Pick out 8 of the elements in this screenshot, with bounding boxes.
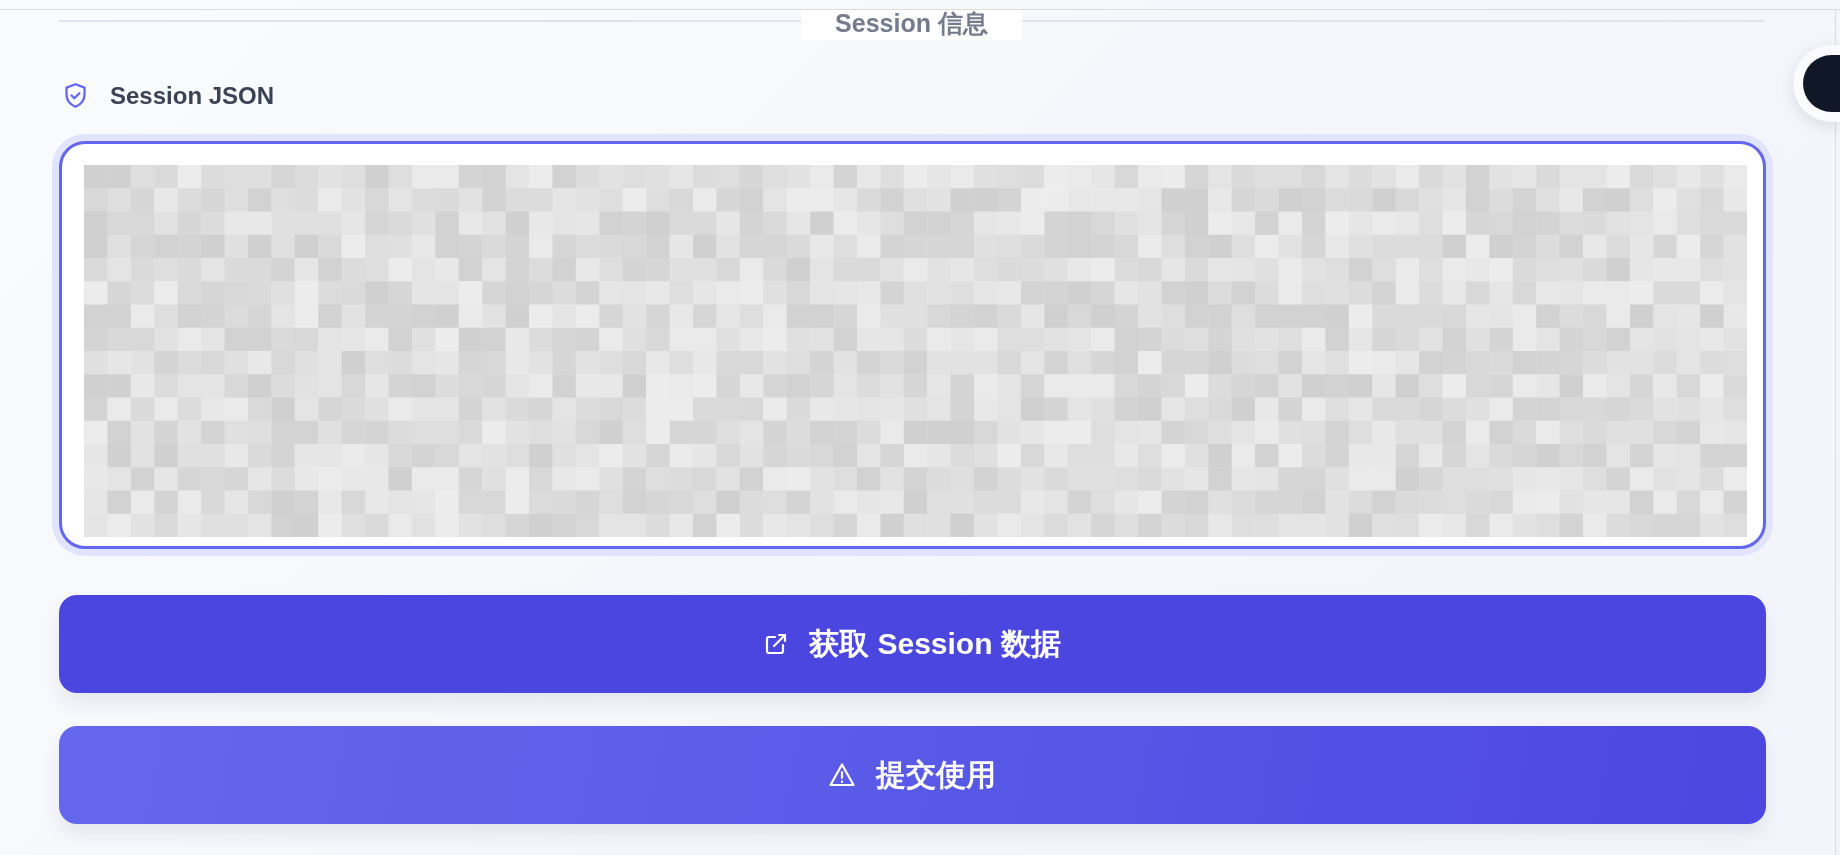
warning-icon	[829, 762, 855, 788]
external-link-icon	[764, 632, 789, 656]
shield-check-icon	[62, 82, 89, 109]
field-label: Session JSON	[110, 81, 275, 110]
submit-button[interactable]: 提交使用	[59, 726, 1766, 824]
section-title: Session 信息	[801, 10, 1022, 40]
fetch-button[interactable]: 获取 Session 数据	[59, 595, 1766, 693]
floating-round-button[interactable]	[1793, 45, 1840, 122]
